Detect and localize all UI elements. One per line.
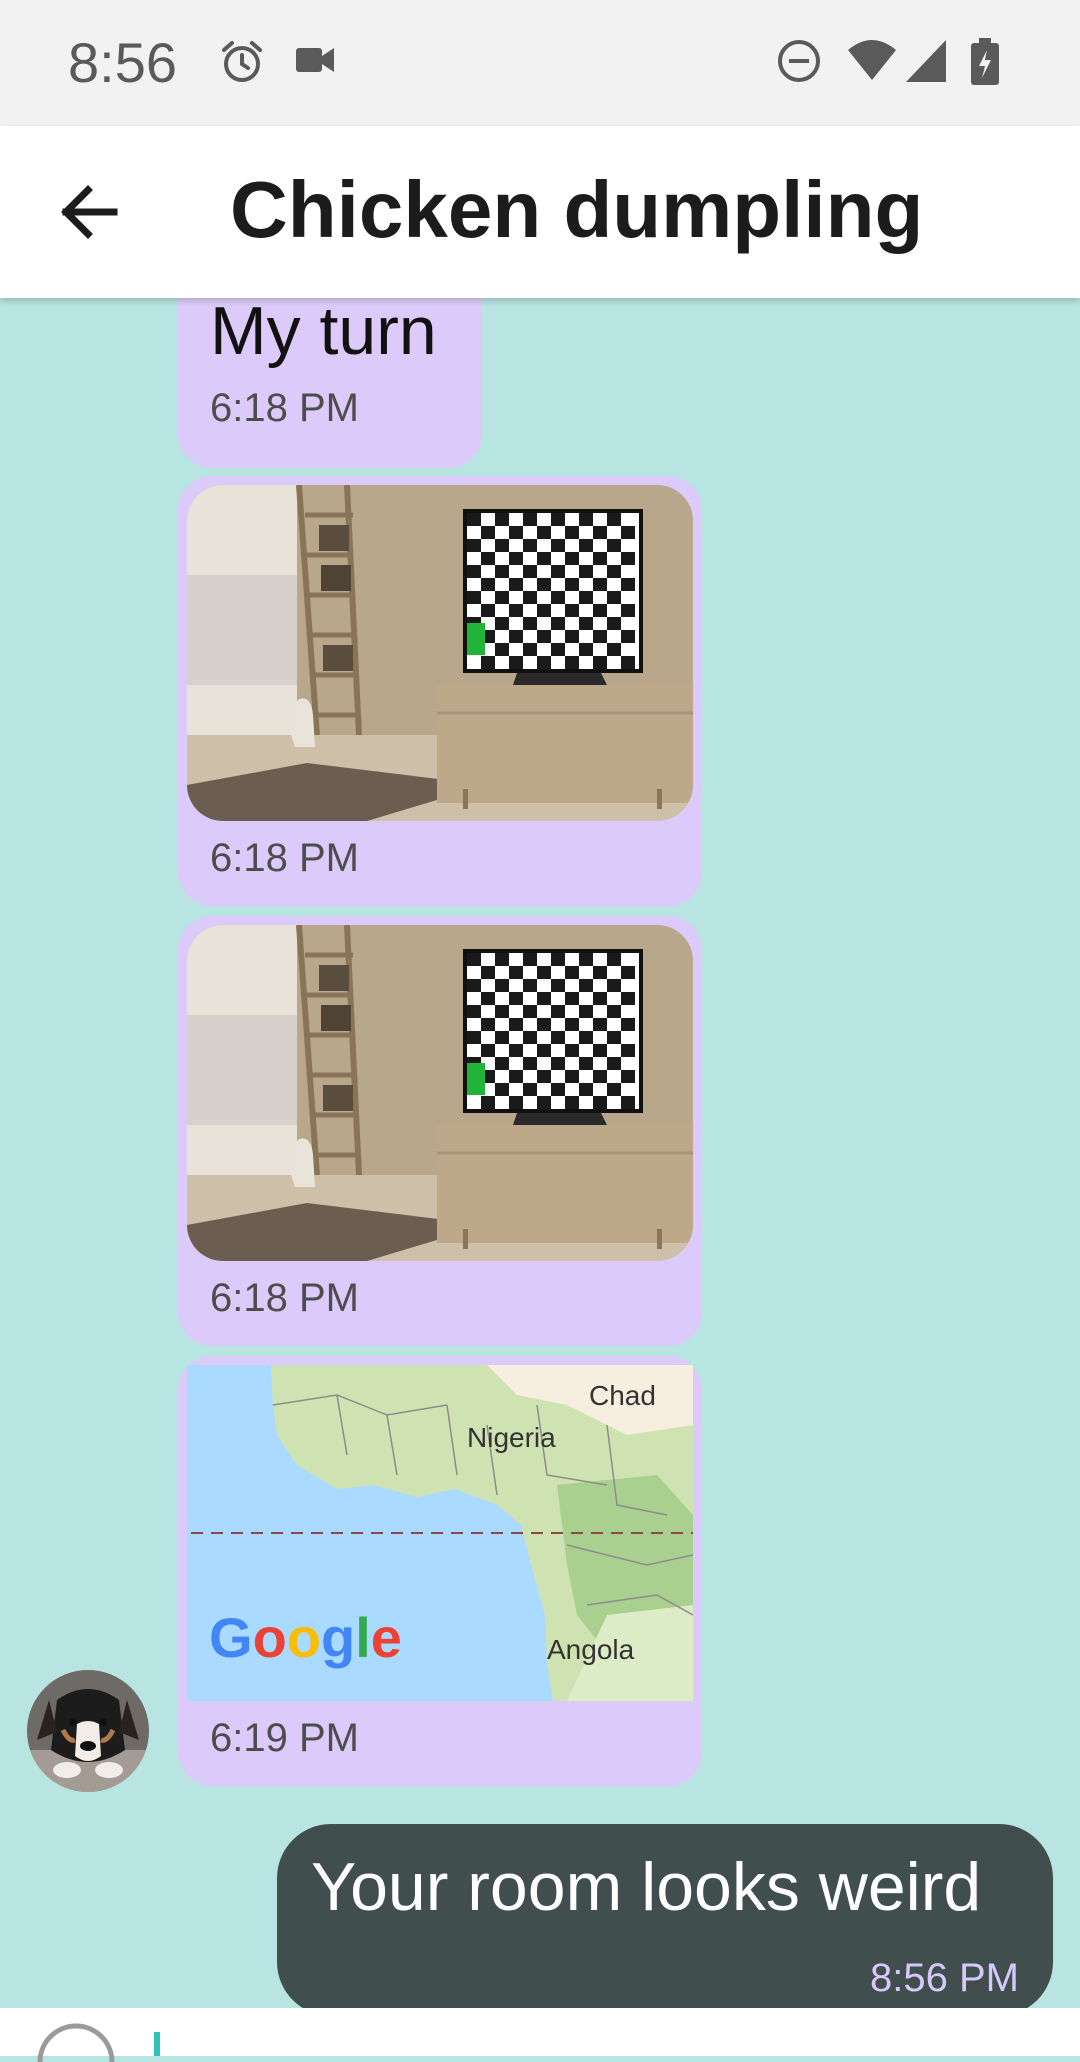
room-photo[interactable] bbox=[187, 485, 693, 821]
status-bar: 8:56 bbox=[0, 0, 1080, 126]
cell-signal-icon bbox=[906, 40, 946, 82]
message-input[interactable] bbox=[160, 2008, 960, 2056]
location-map[interactable]: Chad Nigeria Angola Google bbox=[187, 1365, 693, 1701]
message-composer bbox=[0, 2008, 1080, 2062]
message-time: 8:56 PM bbox=[870, 1956, 1019, 2000]
message-time: 6:18 PM bbox=[210, 836, 359, 880]
chat-title: Chicken dumpling bbox=[230, 165, 924, 254]
message-text: Your room looks weird bbox=[311, 1849, 982, 1925]
alarm-icon bbox=[222, 41, 262, 82]
message-time: 6:18 PM bbox=[210, 386, 359, 430]
contact-avatar[interactable] bbox=[27, 1670, 149, 1792]
message-time: 6:19 PM bbox=[210, 1716, 359, 1760]
map-label-chad: Chad bbox=[589, 1380, 656, 1411]
message-time: 6:18 PM bbox=[210, 1276, 359, 1320]
app-bar: Chicken dumpling bbox=[0, 126, 1080, 298]
wifi-icon bbox=[848, 40, 896, 80]
do-not-disturb-icon bbox=[778, 40, 820, 82]
tv-screen bbox=[463, 509, 643, 685]
incoming-text-message[interactable]: My turn 6:18 PM bbox=[178, 298, 482, 468]
incoming-image-message[interactable]: 6:18 PM bbox=[178, 476, 702, 906]
svg-text:Google: Google bbox=[209, 1606, 402, 1669]
room-image bbox=[187, 485, 693, 821]
incoming-image-message[interactable]: 6:18 PM bbox=[178, 916, 702, 1346]
map-label-nigeria: Nigeria bbox=[467, 1422, 556, 1453]
tv-screen bbox=[463, 949, 643, 1125]
message-list[interactable]: My turn 6:18 PM 6:18 PM 6:18 PM Chad Nig… bbox=[0, 298, 1080, 2008]
room-photo[interactable] bbox=[187, 925, 693, 1261]
map-image: Chad Nigeria Angola Google bbox=[187, 1365, 693, 1701]
emoji-icon[interactable] bbox=[36, 2022, 116, 2062]
puppy-avatar-image bbox=[27, 1670, 149, 1792]
status-time: 8:56 bbox=[68, 31, 177, 94]
google-logo: Google bbox=[209, 1606, 402, 1669]
battery-charging-icon bbox=[971, 38, 999, 85]
arrow-back-icon[interactable] bbox=[52, 176, 124, 248]
map-label-angola: Angola bbox=[547, 1634, 635, 1665]
room-image bbox=[187, 925, 693, 1261]
incoming-location-message[interactable]: Chad Nigeria Angola Google 6:19 PM bbox=[178, 1356, 702, 1786]
outgoing-text-message[interactable]: Your room looks weird 8:56 PM bbox=[277, 1824, 1053, 2008]
message-text: My turn bbox=[210, 298, 437, 369]
video-camera-icon bbox=[296, 48, 334, 72]
